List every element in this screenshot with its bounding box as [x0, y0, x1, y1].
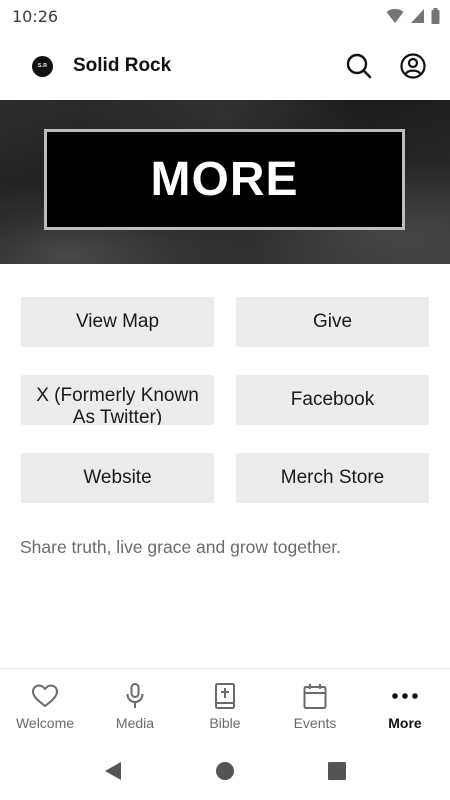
x-twitter-button[interactable]: X (Formerly Known As Twitter): [21, 375, 214, 425]
nav-events[interactable]: Events: [270, 669, 360, 742]
give-button[interactable]: Give: [236, 297, 429, 347]
system-back-button[interactable]: [57, 742, 169, 800]
view-map-label: View Map: [75, 311, 160, 332]
logo-text: S.R: [37, 63, 48, 69]
status-time: 10:26: [12, 6, 59, 26]
church-logo[interactable]: S.R: [32, 55, 53, 77]
facebook-label: Facebook: [290, 389, 375, 410]
website-button[interactable]: Website: [21, 453, 214, 503]
bottom-nav: Welcome Media Bible Events More: [0, 668, 450, 742]
hero-title-box: MORE: [44, 129, 405, 230]
nav-events-label: Events: [293, 715, 337, 731]
merch-store-button[interactable]: Merch Store: [236, 453, 429, 503]
nav-bible[interactable]: Bible: [180, 669, 270, 742]
search-button[interactable]: [342, 49, 376, 83]
nav-more-label: More: [388, 715, 422, 731]
nav-bible-label: Bible: [209, 715, 241, 731]
system-home-button[interactable]: [169, 742, 281, 800]
nav-more[interactable]: More: [360, 669, 450, 742]
app-header: S.R Solid Rock: [0, 32, 450, 100]
status-bar: 10:26: [0, 0, 450, 32]
calendar-icon: [303, 684, 327, 709]
account-icon: [400, 53, 426, 79]
search-icon: [346, 53, 372, 79]
wifi-icon: [386, 8, 404, 23]
microphone-icon: [126, 683, 144, 708]
bible-icon: [215, 683, 235, 709]
battery-icon: [431, 8, 440, 24]
merch-store-label: Merch Store: [280, 467, 385, 488]
hero-banner: MORE: [0, 100, 450, 264]
x-twitter-label: X (Formerly Known As Twitter): [36, 385, 199, 425]
cellular-icon: [411, 9, 424, 23]
back-triangle-icon: [105, 762, 121, 780]
nav-welcome-label: Welcome: [15, 715, 75, 731]
more-dots-icon: [392, 693, 418, 699]
facebook-button[interactable]: Facebook: [236, 375, 429, 425]
status-icons: [386, 8, 440, 24]
nav-welcome[interactable]: Welcome: [0, 669, 90, 742]
hero-title: MORE: [150, 153, 299, 206]
recents-square-icon: [328, 762, 346, 780]
website-label: Website: [83, 467, 152, 488]
view-map-button[interactable]: View Map: [21, 297, 214, 347]
system-nav-bar: [0, 742, 450, 800]
tagline: Share truth, live grace and grow togethe…: [20, 537, 342, 557]
home-circle-icon: [216, 762, 234, 780]
give-label: Give: [312, 311, 353, 332]
heart-icon: [31, 684, 59, 708]
app-title: Solid Rock: [73, 55, 172, 76]
nav-media-label: Media: [115, 715, 155, 731]
link-grid: View Map Give X (Formerly Known As Twitt…: [21, 297, 429, 503]
system-recents-button[interactable]: [281, 742, 393, 800]
nav-media[interactable]: Media: [90, 669, 180, 742]
account-button[interactable]: [396, 49, 430, 83]
